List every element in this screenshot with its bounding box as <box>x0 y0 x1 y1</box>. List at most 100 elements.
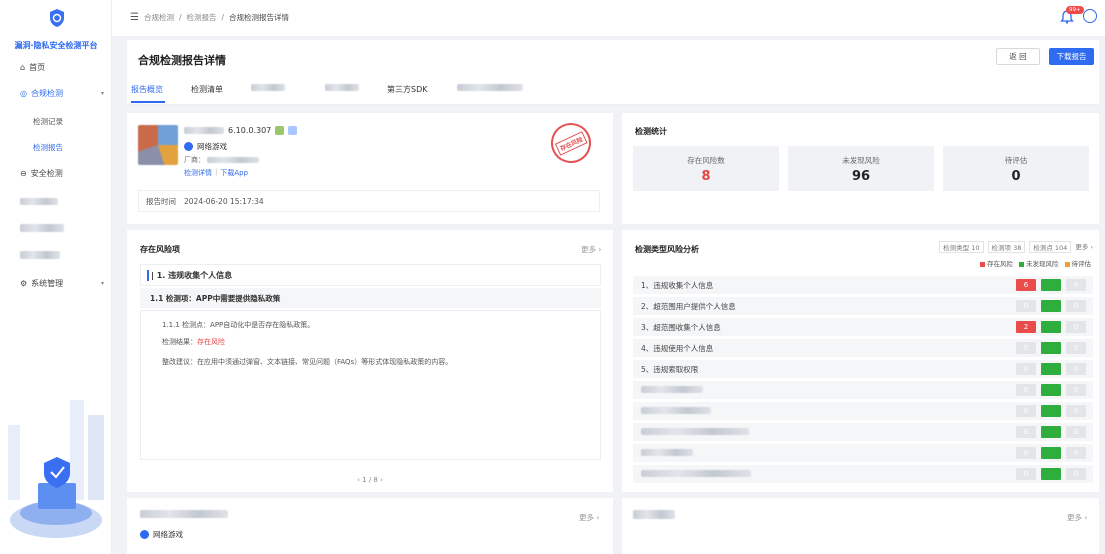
analysis-row-label-blurred <box>641 386 703 393</box>
pending-count-cell: 0 <box>1066 300 1086 312</box>
report-time-row: 报告时间 2024-06-20 15:17:34 <box>138 190 600 212</box>
pending-count-cell: 0 <box>1066 279 1086 291</box>
home-icon: ⌂ <box>20 62 26 72</box>
legend-no-risk: 未发现风险 <box>1019 258 1059 268</box>
sidebar-item-blurred-3[interactable] <box>20 248 104 262</box>
analysis-row: 00 <box>633 402 1093 420</box>
app-vendor: 厂商： <box>184 155 259 165</box>
gear-icon: ⚙ <box>20 278 28 288</box>
sidebar: 漏洞·隐私安全检测平台 ⌂ 首页 ◎ 合规检测 ▾ 检测记录 检测报告 ⊖ 安全… <box>0 0 112 554</box>
download-app-link[interactable]: 下载App <box>220 168 248 178</box>
risk-count-cell: 0 <box>1016 468 1036 480</box>
analysis-row-label: 4、违规使用个人信息 <box>641 344 714 353</box>
analysis-row-label: 3、超范围收集个人信息 <box>641 323 721 332</box>
bottom-left-more-link[interactable]: 更多 › <box>579 512 599 523</box>
analysis-row: 00 <box>633 381 1093 399</box>
risk-count-cell: 0 <box>1016 300 1036 312</box>
sidebar-item-home[interactable]: ⌂ 首页 <box>20 60 104 74</box>
shield-logo-icon <box>50 9 64 27</box>
breadcrumb-item[interactable]: 检测报告 <box>187 12 217 23</box>
chevron-down-icon: ▾ <box>100 89 104 97</box>
stats-title: 检测统计 <box>635 127 667 136</box>
sidebar-item-blurred-2[interactable] <box>20 221 104 235</box>
chevron-down-icon: ▾ <box>100 279 104 287</box>
tab-blurred-3[interactable] <box>457 84 523 93</box>
risk-check-point: 1.1.1 检测点：APP自动化中是否存在隐私政策。 <box>162 321 315 329</box>
analysis-row-label-blurred <box>641 407 711 414</box>
analysis-row: 00 <box>633 465 1093 483</box>
risk-more-link[interactable]: 更多 › <box>581 244 601 255</box>
no-risk-count-cell <box>1041 363 1061 375</box>
sidebar-item-compliance[interactable]: ◎ 合规检测 ▾ <box>20 86 104 100</box>
tab-blurred-2[interactable] <box>325 84 359 93</box>
sidebar-item-reports[interactable]: 检测报告 <box>33 142 63 153</box>
report-time-value: 2024-06-20 15:17:34 <box>184 196 264 206</box>
security-illustration <box>8 400 104 538</box>
pending-count-cell: 0 <box>1066 384 1086 396</box>
tab-checklist[interactable]: 检测清单 <box>191 84 223 95</box>
app-version-line: 6.10.0.307 <box>184 126 298 135</box>
stat-risk: 存在风险数 8 <box>633 146 779 191</box>
download-report-button[interactable]: 下载报告 <box>1049 48 1094 65</box>
legend-risk: 存在风险 <box>980 258 1013 268</box>
sidebar-item-blurred-1[interactable] <box>20 194 104 208</box>
pending-count-cell: 0 <box>1066 405 1086 417</box>
no-risk-count-cell <box>1041 321 1061 333</box>
game-icon <box>140 530 149 539</box>
menu-fold-icon[interactable]: ☰ <box>130 12 139 23</box>
analysis-row-label-blurred <box>641 470 751 477</box>
detail-link[interactable]: 检测详情 <box>184 168 212 178</box>
risk-advice: 整改建议：在应用中须通过弹窗、文本链接、常见问题（FAQs）等形式体现隐私政策的… <box>162 358 453 366</box>
no-risk-count-cell <box>1041 384 1061 396</box>
user-avatar-icon[interactable] <box>1083 9 1097 23</box>
pending-count-cell: 0 <box>1066 426 1086 438</box>
tab-overview[interactable]: 报告概览 <box>131 84 163 95</box>
app-title: 漏洞·隐私安全检测平台 <box>14 41 98 50</box>
bottom-right-card: 更多 › <box>622 498 1099 554</box>
pending-count-cell: 0 <box>1066 342 1086 354</box>
no-risk-count-cell <box>1041 468 1061 480</box>
bottom-right-title-blurred <box>633 510 675 519</box>
risk-pager[interactable]: ‹ 1 / 8 › <box>127 476 613 484</box>
risk-count-cell: 0 <box>1016 363 1036 375</box>
analysis-row-label: 1、违规收集个人信息 <box>641 281 714 290</box>
risk-item-heading: 1.1 检测项：APP中需要提供隐私政策 <box>140 288 601 308</box>
tab-third-party-sdk[interactable]: 第三方SDK <box>387 84 427 95</box>
analysis-row: 4、违规使用个人信息 0 0 <box>633 339 1093 357</box>
back-button[interactable]: 返 回 <box>996 48 1040 65</box>
app-info-card: 6.10.0.307 网络游戏 厂商： 检测详情 | 下载App 存在风险 报告… <box>127 113 613 224</box>
pending-count-cell: 0 <box>1066 321 1086 333</box>
app-name-blurred <box>184 127 224 134</box>
tab-bar: 报告概览 检测清单 第三方SDK <box>127 78 1099 105</box>
sidebar-item-security[interactable]: ⊖ 安全检测 <box>20 166 104 180</box>
analysis-row-label: 2、超范围用户提供个人信息 <box>641 302 736 311</box>
active-tab-indicator <box>131 101 165 103</box>
sidebar-item-system[interactable]: ⚙ 系统管理 ▾ <box>20 276 104 290</box>
breadcrumb-current: 合规检测报告详情 <box>229 13 290 22</box>
breadcrumb: ☰ 合规检测 / 检测报告 / 合规检测报告详情 <box>130 12 290 23</box>
no-risk-count-cell <box>1041 342 1061 354</box>
notification-badge: 99+ <box>1066 6 1084 14</box>
analysis-row: 5、违规索取权限 0 0 <box>633 360 1093 378</box>
app-version: 6.10.0.307 <box>228 126 272 135</box>
summary-items: 检测项 38 <box>987 241 1026 253</box>
analysis-row: 00 <box>633 444 1093 462</box>
no-risk-count-cell <box>1041 447 1061 459</box>
tab-blurred-1[interactable] <box>251 84 285 93</box>
app-links: 检测详情 | 下载App <box>184 168 249 178</box>
bottom-category: 网络游戏 <box>140 529 183 540</box>
platform-icon <box>288 126 298 135</box>
bottom-right-more-link[interactable]: 更多 › <box>1067 512 1087 523</box>
analysis-row-label: 5、违规索取权限 <box>641 365 699 374</box>
risk-detail-panel: 1.1.1 检测点：APP自动化中是否存在隐私政策。 检测结果：存在风险 整改建… <box>140 310 601 460</box>
risk-items-title: 存在风险项 <box>140 245 180 254</box>
risk-count-cell: 0 <box>1016 447 1036 459</box>
stat-no-risk-value: 96 <box>851 169 871 184</box>
bottom-left-card: 更多 › 网络游戏 <box>127 498 613 554</box>
app-icon <box>138 125 178 165</box>
breadcrumb-item[interactable]: 合规检测 <box>144 12 174 23</box>
risk-items-card: 存在风险项 更多 › | 1. 违规收集个人信息 1.1 检测项：APP中需要提… <box>127 230 613 492</box>
analysis-row: 2、超范围用户提供个人信息 0 0 <box>633 297 1093 315</box>
sidebar-item-records[interactable]: 检测记录 <box>33 116 63 127</box>
analysis-more-link[interactable]: 更多 › <box>1075 241 1093 253</box>
